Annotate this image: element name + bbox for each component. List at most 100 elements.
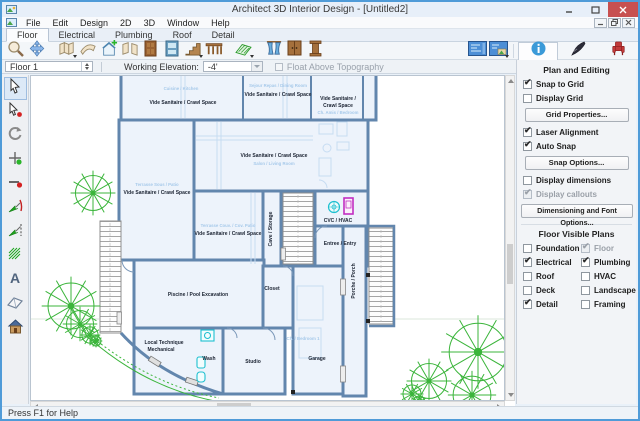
dimensioning-font-options-button[interactable]: Dimensioning and Font Options...: [521, 204, 633, 218]
document-icon: [6, 18, 17, 27]
mdi-minimize-button[interactable]: [594, 18, 607, 28]
remove-wall-button[interactable]: [119, 42, 140, 59]
close-button[interactable]: [608, 2, 638, 17]
pen-panel-tab[interactable]: [558, 42, 598, 60]
add-point-tool-button[interactable]: [4, 149, 27, 172]
vertical-scrollbar[interactable]: [505, 75, 515, 401]
select-tool-button[interactable]: [4, 77, 27, 100]
render-view-button[interactable]: [488, 42, 509, 59]
checkbox-label: Auto Snap: [536, 142, 576, 151]
checkbox-foundation[interactable]: Foundation: [523, 244, 579, 253]
checkbox-framing[interactable]: Framing: [581, 300, 633, 309]
menu-3d[interactable]: 3D: [138, 18, 162, 28]
stairs-tool-button[interactable]: [182, 42, 203, 59]
roof-tool-button[interactable]: [233, 42, 254, 59]
checkbox-laser-alignment[interactable]: ✔ Laser Alignment: [523, 128, 632, 137]
minimize-button[interactable]: [556, 2, 582, 17]
checkmark: ✔: [524, 77, 532, 88]
room-label: Entree / Entry: [324, 241, 357, 247]
grid-properties-button[interactable]: Grid Properties...: [525, 108, 629, 122]
window-tool-button[interactable]: [161, 42, 182, 59]
house-tool-button[interactable]: [4, 317, 27, 340]
menu-help[interactable]: Help: [205, 18, 236, 28]
info-panel-tab[interactable]: [518, 42, 558, 60]
checkbox-label: Plumbing: [594, 258, 630, 267]
checkbox-snap-to-grid[interactable]: ✔ Snap to Grid: [523, 80, 632, 89]
railing-tool-button[interactable]: [203, 42, 224, 59]
ghost-room-label: Cuisine / Kitchen: [164, 86, 199, 91]
checkmark: ✔: [524, 139, 532, 150]
door-tool-button[interactable]: [140, 42, 161, 59]
cursor-icon: [7, 78, 23, 99]
checkbox-label: HVAC: [594, 272, 616, 281]
checkmark: ✔: [524, 255, 532, 266]
window-title: Architect 3D Interior Design - [Untitled…: [2, 4, 638, 15]
checkbox-label: Framing: [594, 300, 626, 309]
menu-2d[interactable]: 2D: [114, 18, 138, 28]
working-elevation-input[interactable]: -4': [203, 61, 263, 72]
checkbox-landscape[interactable]: Landscape: [581, 286, 633, 295]
maximize-button[interactable]: [582, 2, 608, 17]
menu-edit[interactable]: Edit: [47, 18, 75, 28]
cabinet-tool-button[interactable]: [284, 42, 305, 59]
node-edit-tool-button[interactable]: [4, 101, 27, 124]
checkbox-plumbing[interactable]: ✔ Plumbing: [581, 258, 633, 267]
plan-view-icon: [468, 41, 487, 61]
curved-wall-tool-button[interactable]: [77, 42, 98, 59]
room-label: CVC / HVAC: [324, 218, 353, 224]
hatch-tool-button[interactable]: [4, 245, 27, 268]
menu-file[interactable]: File: [20, 18, 47, 28]
zoom-tool-button[interactable]: [5, 42, 26, 59]
floor-selector[interactable]: Floor 1: [5, 61, 93, 72]
checkbox-display-dimensions[interactable]: Display dimensions: [523, 176, 632, 185]
checkmark: ✔: [524, 125, 532, 136]
column-icon: [309, 40, 322, 62]
menu-window[interactable]: Window: [161, 18, 205, 28]
text-icon: A: [7, 270, 23, 291]
plan-view-button[interactable]: [467, 42, 488, 59]
checkbox-deck[interactable]: Deck: [523, 286, 579, 295]
rotate-icon: [7, 126, 23, 147]
room-label: Piscine / Pool Excavation: [168, 292, 228, 298]
checkbox-label: Roof: [536, 272, 554, 281]
checkbox-detail[interactable]: ✔ Detail: [523, 300, 579, 309]
extend-tool-button[interactable]: [4, 221, 27, 244]
rotate-tool-button[interactable]: [4, 125, 27, 148]
add-point-icon: [7, 150, 23, 171]
trim-tool-button[interactable]: [4, 197, 27, 220]
mdi-restore-button[interactable]: [608, 18, 621, 28]
floor-spinner[interactable]: [81, 62, 92, 71]
checkbox-roof[interactable]: Roof: [523, 272, 579, 281]
checkmark: ✔: [524, 187, 532, 198]
vertical-scroll-thumb[interactable]: [507, 244, 513, 284]
furniture-panel-tab[interactable]: [598, 42, 638, 60]
checkbox-box: [275, 63, 283, 71]
floor-plan: Cuisine / Kitchen Sejour Repas / Dining …: [31, 76, 505, 401]
pan-tool-button[interactable]: [26, 42, 47, 59]
split-tool-button[interactable]: [4, 173, 27, 196]
mdi-close-button[interactable]: [622, 18, 635, 28]
checkbox-auto-snap[interactable]: ✔ Auto Snap: [523, 142, 632, 151]
snap-options-button[interactable]: Snap Options...: [525, 156, 629, 170]
add-room-button[interactable]: [98, 42, 119, 59]
scroll-up-icon: [508, 79, 514, 83]
curtain-tool-button[interactable]: [263, 42, 284, 59]
cabinet-icon: [287, 40, 302, 61]
checkbox-electrical[interactable]: ✔ Electrical: [523, 258, 579, 267]
hatch-icon: [7, 246, 23, 267]
drawing-area[interactable]: Cuisine / Kitchen Sejour Repas / Dining …: [30, 75, 505, 401]
text-tool-button[interactable]: A: [4, 269, 27, 292]
stairs-icon: [184, 40, 202, 61]
checkbox-display-grid[interactable]: Display Grid: [523, 94, 632, 103]
wall-tool-button[interactable]: [56, 42, 77, 59]
checkbox-hvac[interactable]: HVAC: [581, 272, 633, 281]
chevron-down-icon: [251, 62, 262, 71]
column-tool-button[interactable]: [305, 42, 326, 59]
checkbox-label: Display callouts: [536, 190, 597, 199]
room-label: Wash: [202, 356, 215, 362]
float-above-topography-checkbox[interactable]: Float Above Topography: [275, 62, 384, 72]
menu-design[interactable]: Design: [74, 18, 114, 28]
surface-tool-button[interactable]: [4, 293, 27, 316]
tab-detail[interactable]: Detail: [202, 29, 245, 41]
room-label: Vide Sanitaire / Crawl Space: [245, 92, 312, 98]
